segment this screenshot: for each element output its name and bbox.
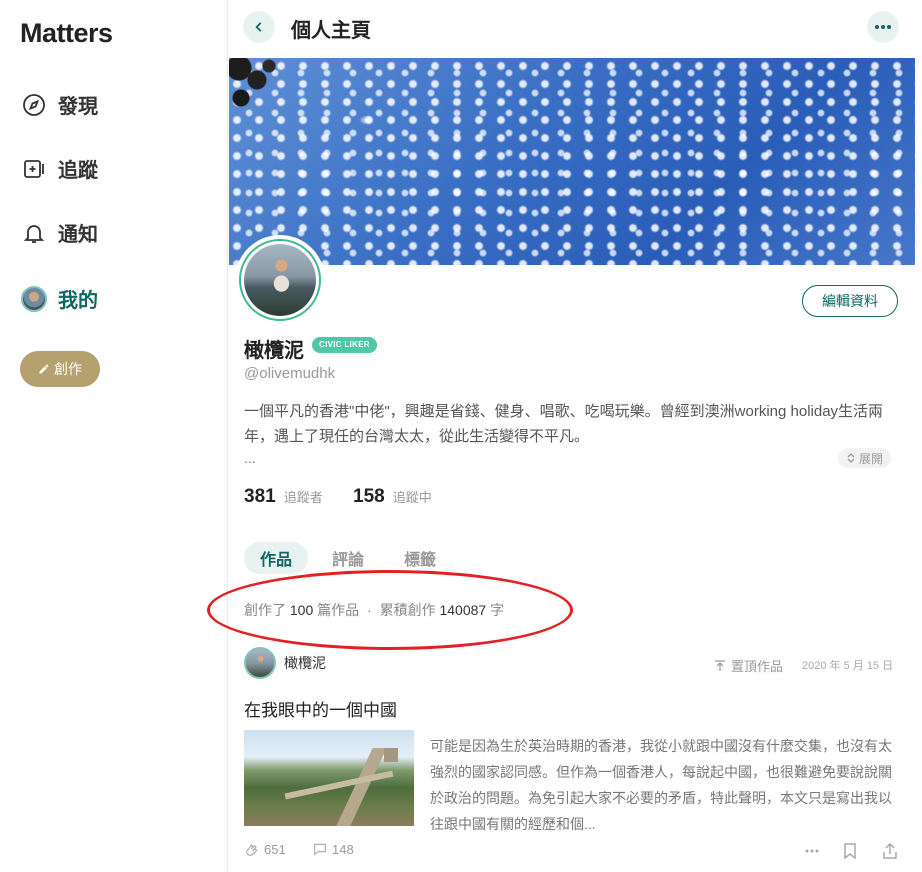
profile-display-name: 橄欖泥 (244, 340, 304, 362)
profile-handle: @olivemudhk (244, 365, 336, 382)
sidebar: Matters 發現 追蹤 通知 我的 創作 (0, 0, 228, 872)
author-name: 橄欖泥 (284, 655, 326, 671)
sidebar-item-label: 通知 (58, 224, 98, 246)
tree-silhouette (229, 58, 289, 128)
chevron-updown-icon (847, 453, 855, 463)
sidebar-item-discover[interactable]: 發現 (20, 90, 98, 119)
follow-icon (20, 155, 48, 183)
followers-label: 追蹤者 (283, 490, 323, 505)
compass-icon (20, 91, 48, 119)
profile-bio: 一個平凡的香港"中佬"，興趣是省錢、健身、唱歌、吃喝玩樂。曾經到澳洲workin… (244, 403, 884, 445)
following-count: 158 (353, 486, 385, 507)
sidebar-item-label: 發現 (58, 96, 98, 118)
page-title: 個人主頁 (291, 20, 371, 42)
edit-profile-button[interactable]: 編輯資料 (802, 285, 898, 317)
works-count: 100 (289, 602, 314, 618)
pinned-badge: 置頂作品 (714, 656, 783, 675)
sidebar-item-follow[interactable]: 追蹤 (20, 154, 98, 183)
create-button[interactable]: 創作 (20, 351, 100, 387)
article-thumbnail[interactable] (244, 730, 414, 826)
sidebar-item-notifications[interactable]: 通知 (20, 218, 98, 247)
profile-avatar[interactable] (235, 235, 325, 325)
followers-count: 381 (244, 486, 276, 507)
more-options-button[interactable] (867, 11, 899, 43)
article-date: 2020 年 5 月 15 日 (802, 660, 894, 672)
profile-cover-image (229, 58, 915, 265)
article-author[interactable]: 橄欖泥 (244, 647, 326, 679)
avatar (20, 285, 48, 313)
works-summary: 創作了 100 篇作品 · 累積創作 140087 字 (244, 600, 504, 620)
back-button[interactable] (243, 11, 275, 43)
page-header: 個人主頁 (229, 0, 915, 56)
share-button[interactable] (880, 841, 900, 861)
words-prefix: 累積創作 (379, 602, 436, 618)
appreciate-button[interactable]: 651 (244, 841, 286, 857)
following-stat[interactable]: 158 追蹤中 (353, 486, 432, 508)
matters-logo[interactable]: Matters (20, 18, 113, 49)
article-summary[interactable]: 可能是因為生於英治時期的香港，我從小就跟中國沒有什麼交集，也沒有太強烈的國家認同… (430, 733, 900, 837)
civic-liker-badge[interactable]: CIVIC LIKER (312, 337, 377, 353)
comment-icon (314, 843, 326, 856)
author-avatar (244, 647, 276, 679)
pinned-label: 置頂作品 (731, 659, 784, 674)
chevron-left-icon (255, 22, 262, 32)
clap-icon (246, 844, 258, 856)
sidebar-item-label: 追蹤 (58, 160, 98, 182)
tab-comments[interactable]: 評論 (316, 542, 380, 574)
sidebar-item-me[interactable]: 我的 (20, 284, 98, 313)
comment-button[interactable]: 148 (312, 841, 354, 857)
following-label: 追蹤中 (392, 490, 432, 505)
article-title[interactable]: 在我眼中的一個中國 (244, 696, 397, 721)
create-label: 創作 (54, 361, 82, 377)
tab-works[interactable]: 作品 (244, 542, 309, 574)
bell-icon (20, 219, 48, 247)
expand-bio-button[interactable]: 展開 (838, 448, 892, 468)
followers-stat[interactable]: 381 追蹤者 (244, 486, 323, 508)
words-count: 140087 (439, 602, 487, 618)
bio-ellipsis: ... (244, 450, 256, 466)
pencil-icon (39, 364, 49, 374)
article-more-button[interactable] (802, 841, 822, 861)
expand-label: 展開 (859, 451, 884, 466)
words-unit: 字 (490, 602, 505, 618)
pin-icon (715, 659, 725, 671)
summary-prefix: 創作了 (244, 602, 286, 618)
sidebar-item-label: 我的 (58, 290, 98, 312)
more-horizontal-icon (875, 25, 891, 29)
share-icon (883, 843, 897, 859)
tab-tags[interactable]: 標籤 (388, 542, 452, 574)
more-horizontal-icon (805, 849, 819, 853)
appreciation-count: 651 (264, 841, 286, 857)
bookmark-icon (844, 843, 856, 859)
bookmark-button[interactable] (840, 841, 860, 861)
summary-separator: · (367, 602, 372, 618)
summary-mid: 篇作品 (317, 602, 360, 618)
comment-count: 148 (332, 841, 354, 857)
